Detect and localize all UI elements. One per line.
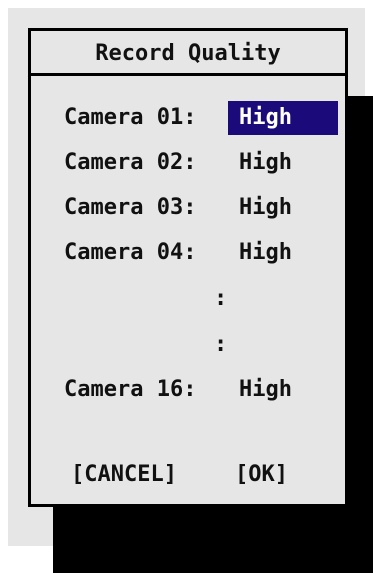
camera-label: Camera 04: xyxy=(64,240,197,265)
camera-row-03[interactable]: Camera 03: High xyxy=(31,191,345,225)
quality-value[interactable]: High xyxy=(228,236,338,270)
camera-label: Camera 03: xyxy=(64,195,197,220)
list-continuation-marker: : xyxy=(214,332,228,357)
quality-value[interactable]: High xyxy=(228,373,338,407)
ok-button[interactable]: [OK] xyxy=(235,458,288,492)
camera-label: Camera 16: xyxy=(64,377,197,402)
camera-row-01[interactable]: Camera 01: High xyxy=(31,101,345,135)
camera-row-16[interactable]: Camera 16: High xyxy=(31,373,345,407)
camera-row-04[interactable]: Camera 04: High xyxy=(31,236,345,270)
quality-value[interactable]: High xyxy=(228,146,338,180)
cancel-button[interactable]: [CANCEL] xyxy=(71,458,177,492)
camera-row-02[interactable]: Camera 02: High xyxy=(31,146,345,180)
camera-label: Camera 01: xyxy=(64,105,197,130)
list-continuation-marker: : xyxy=(214,286,228,311)
camera-label: Camera 02: xyxy=(64,150,197,175)
record-quality-dialog: Record Quality Camera 01: High Camera 02… xyxy=(28,28,348,507)
quality-value[interactable]: High xyxy=(228,191,338,225)
dialog-title: Record Quality xyxy=(31,31,345,76)
quality-value-selected[interactable]: High xyxy=(228,101,338,135)
